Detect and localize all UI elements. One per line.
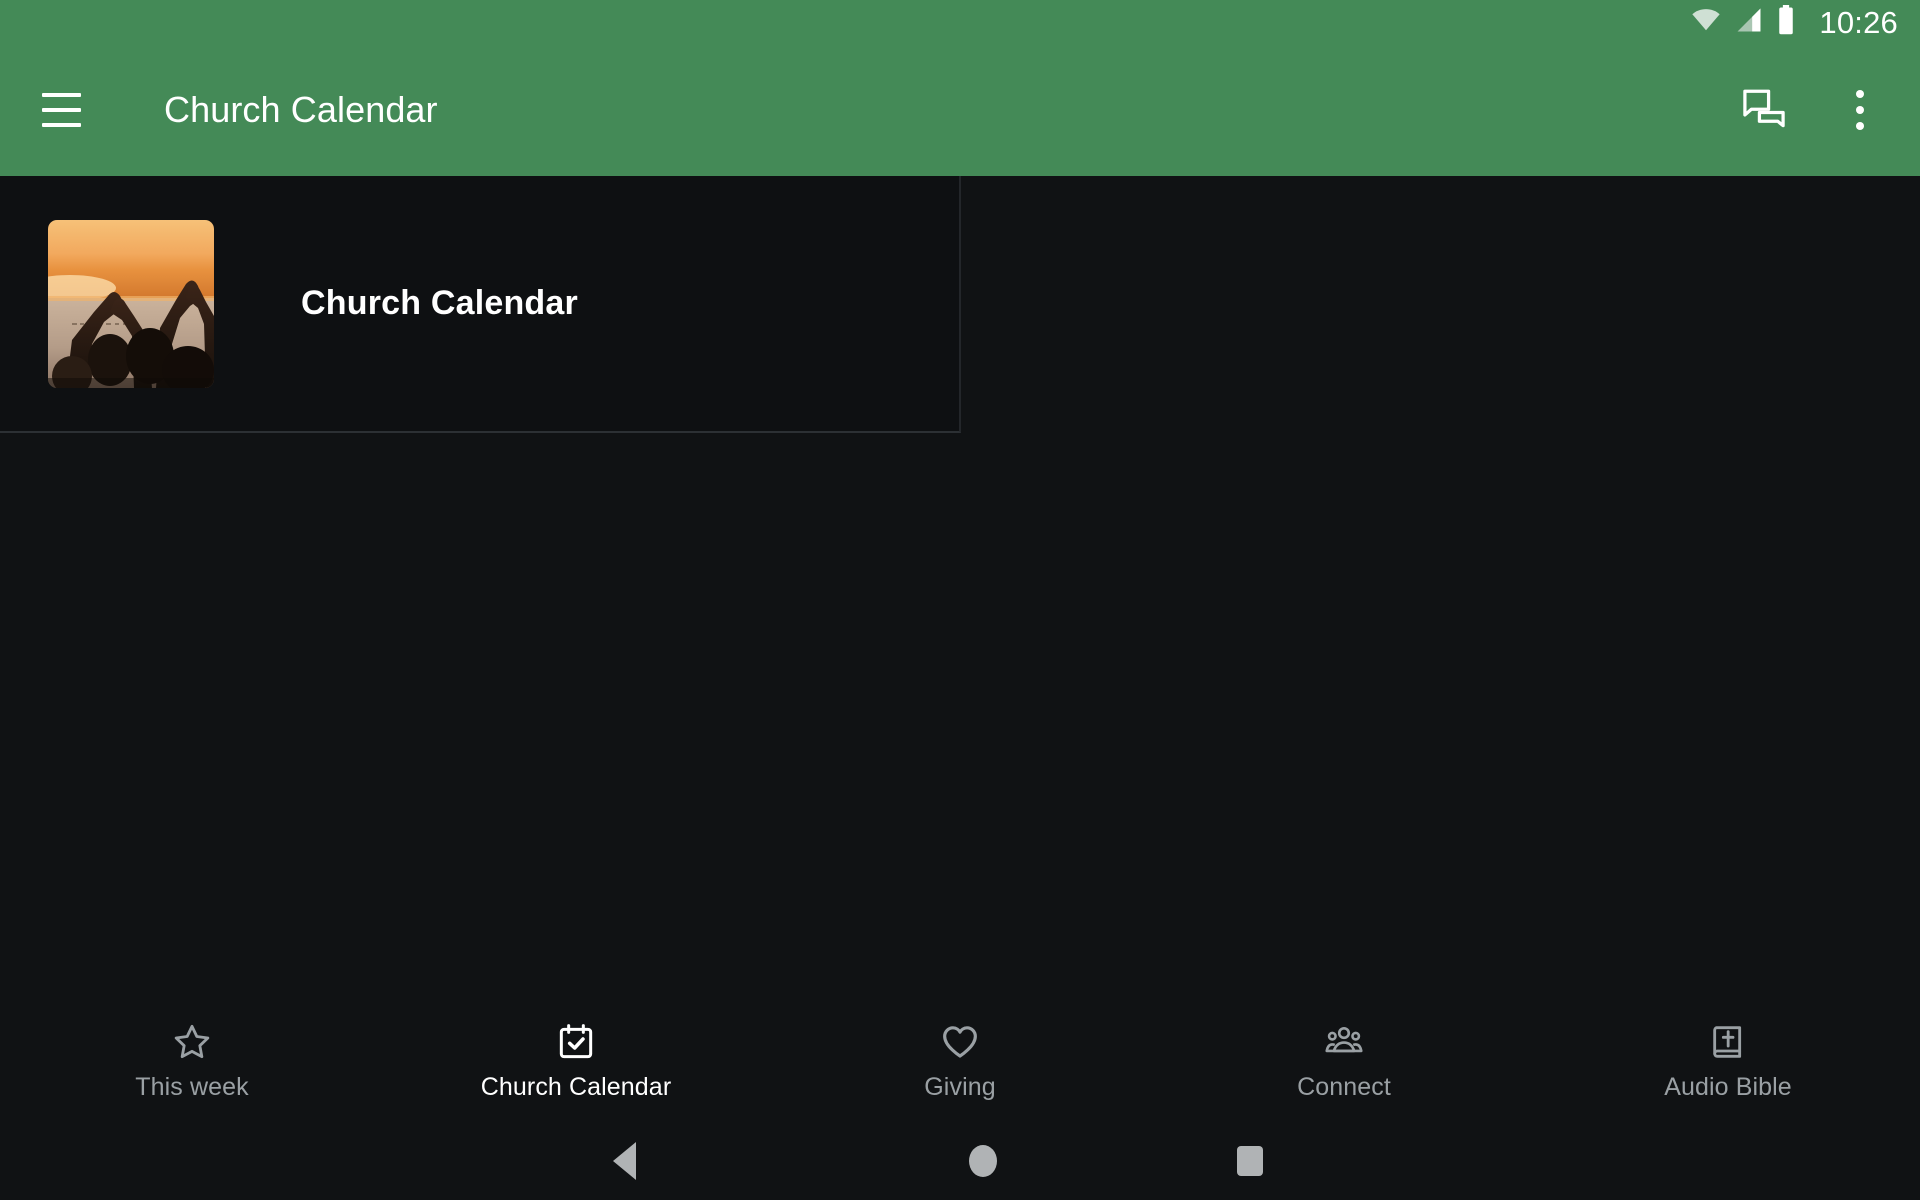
people-group-icon xyxy=(1324,1022,1364,1062)
overflow-dot xyxy=(1856,106,1864,114)
app-bar: Church Calendar xyxy=(0,44,1920,176)
bible-book-cross-icon xyxy=(1708,1022,1748,1062)
overflow-menu-icon[interactable] xyxy=(1830,74,1890,146)
chat-bubbles-icon[interactable] xyxy=(1728,74,1800,146)
nav-label-audio-bible: Audio Bible xyxy=(1664,1073,1792,1101)
triangle-back-icon xyxy=(612,1142,636,1180)
cell-signal-icon xyxy=(1735,7,1763,38)
overflow-dot xyxy=(1856,90,1864,98)
calendar-thumbnail-image xyxy=(48,219,214,388)
nav-item-this-week[interactable]: This week xyxy=(0,1000,384,1122)
android-screen: 10:26 Church Calendar Church Calendar Th… xyxy=(0,0,1920,1200)
calendar-item-title: Church Calendar xyxy=(301,284,578,322)
nav-label-connect: Connect xyxy=(1297,1073,1391,1101)
hamburger-bar xyxy=(42,108,81,112)
nav-item-connect[interactable]: Connect xyxy=(1152,1000,1536,1122)
app-bar-actions xyxy=(1728,74,1920,146)
content-area: Church Calendar xyxy=(0,176,1920,1000)
hamburger-menu-icon[interactable] xyxy=(42,79,104,141)
hamburger-bar xyxy=(42,93,81,97)
wifi-icon xyxy=(1691,8,1721,37)
status-bar-icons: 10:26 xyxy=(1691,4,1898,40)
hamburger-bar xyxy=(42,123,81,127)
status-bar: 10:26 xyxy=(0,0,1920,44)
nav-item-church-calendar[interactable]: Church Calendar xyxy=(384,1000,768,1122)
square-recents-icon xyxy=(1237,1146,1263,1176)
calendar-list-item[interactable]: Church Calendar xyxy=(0,176,961,433)
recents-button[interactable] xyxy=(1224,1135,1276,1187)
calendar-check-icon xyxy=(556,1022,596,1062)
circle-home-icon xyxy=(969,1145,997,1177)
battery-icon xyxy=(1777,4,1795,40)
page-title: Church Calendar xyxy=(164,89,438,130)
status-bar-clock: 10:26 xyxy=(1819,4,1898,40)
bottom-navigation-bar: This week Church Calendar Giving Connect… xyxy=(0,1000,1920,1122)
nav-item-audio-bible[interactable]: Audio Bible xyxy=(1536,1000,1920,1122)
heart-outline-icon xyxy=(940,1022,980,1062)
nav-label-giving: Giving xyxy=(924,1073,996,1101)
android-system-navigation-bar xyxy=(0,1122,1920,1200)
nav-label-church-calendar: Church Calendar xyxy=(480,1073,672,1101)
nav-label-this-week: This week xyxy=(135,1073,249,1101)
back-button[interactable] xyxy=(598,1135,650,1187)
star-outline-icon xyxy=(172,1022,212,1062)
home-button[interactable] xyxy=(957,1135,1009,1187)
overflow-dot xyxy=(1856,122,1864,130)
nav-item-giving[interactable]: Giving xyxy=(768,1000,1152,1122)
